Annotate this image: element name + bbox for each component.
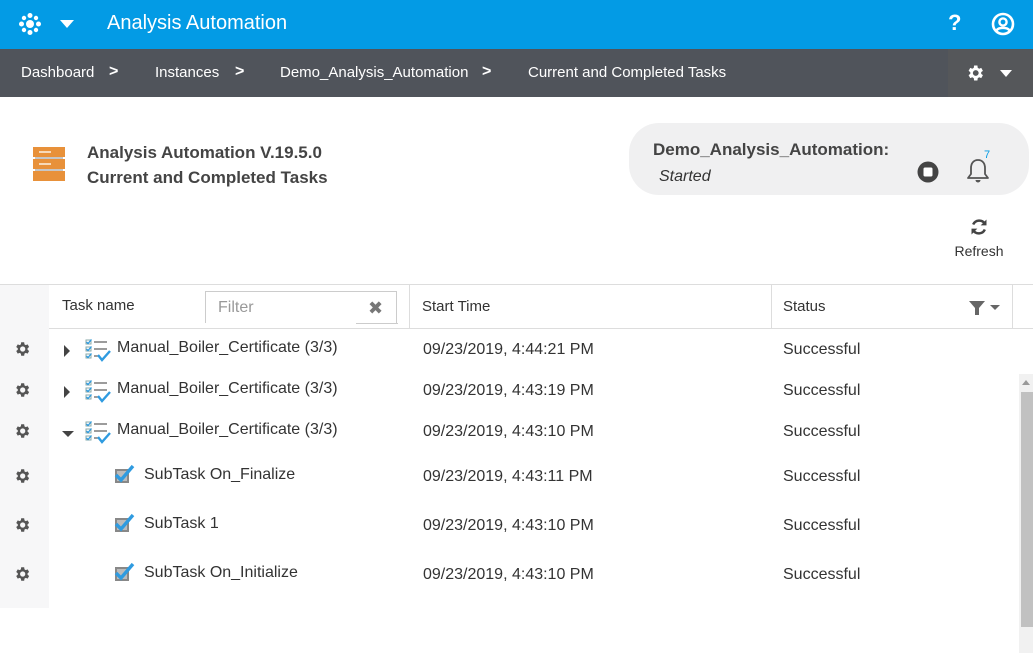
settings-menu-button[interactable] <box>948 49 1033 97</box>
status-cell: Successful <box>783 341 861 358</box>
gear-icon[interactable] <box>13 381 31 399</box>
grid-body: Manual_Boiler_Certificate (3/3) 09/23/201… <box>0 329 1033 653</box>
grid-header-gutter <box>0 285 49 329</box>
task-name[interactable]: Manual_Boiler_Certificate (3/3) <box>117 421 338 439</box>
start-time-cell: 09/23/2019, 4:43:19 PM <box>423 382 594 399</box>
column-label-start-time: Start Time <box>422 298 491 315</box>
checklist-icon <box>85 420 111 444</box>
page-header: Analysis Automation V.19.5.0 Current and… <box>0 97 1033 285</box>
chevron-down-icon <box>1000 70 1012 77</box>
grid-header: Task name ✖ Start Time Status <box>0 284 1033 329</box>
scroll-up-arrow[interactable] <box>1022 380 1030 385</box>
task-row[interactable]: Manual_Boiler_Certificate (3/3) 09/23/201… <box>0 411 1019 452</box>
task-row[interactable]: Manual_Boiler_Certificate (3/3) 09/23/201… <box>0 370 1019 411</box>
filter-underline <box>356 323 398 324</box>
app-logo-icon[interactable] <box>18 12 42 36</box>
status-cell: Successful <box>783 382 861 399</box>
breadcrumb-instance[interactable]: Demo_Analysis_Automation <box>280 64 468 81</box>
status-cell: Successful <box>783 566 861 583</box>
collapsed-triangle-icon[interactable] <box>62 344 72 357</box>
gear-icon[interactable] <box>13 565 31 583</box>
task-filter: ✖ <box>205 291 398 324</box>
refresh-button[interactable]: Refresh <box>951 217 1007 269</box>
checked-box-icon <box>114 562 136 582</box>
subtask-row[interactable]: SubTask On_Initialize 09/23/2019, 4:43:10… <box>0 553 1019 594</box>
subtask-row[interactable]: SubTask 1 09/23/2019, 4:43:10 PM Successfu… <box>0 504 1019 545</box>
start-time-cell: 09/23/2019, 4:43:10 PM <box>423 423 594 440</box>
bell-icon[interactable] <box>965 157 991 185</box>
start-time-cell: 09/23/2019, 4:44:21 PM <box>423 341 594 358</box>
stop-icon[interactable] <box>917 161 939 183</box>
gear-icon[interactable] <box>13 516 31 534</box>
status-cell: Successful <box>783 423 861 440</box>
refresh-label: Refresh <box>954 243 1004 259</box>
scrollbar-thumb[interactable] <box>1021 392 1033 627</box>
column-label-status: Status <box>783 298 826 315</box>
subtask-row[interactable]: SubTask On_Finalize 09/23/2019, 4:43:11 P… <box>0 455 1019 496</box>
page-title-subtitle: Current and Completed Tasks <box>87 168 328 187</box>
subtask-name[interactable]: SubTask 1 <box>144 515 219 533</box>
funnel-icon[interactable] <box>968 300 1004 316</box>
page-title: Analysis Automation V.19.5.0 Current and… <box>87 140 328 190</box>
collapsed-triangle-icon[interactable] <box>62 385 72 398</box>
column-start-time[interactable]: Start Time <box>410 285 772 329</box>
gear-icon[interactable] <box>13 422 31 440</box>
start-time-cell: 09/23/2019, 4:43:11 PM <box>423 468 593 485</box>
app-title: Analysis Automation <box>107 12 288 34</box>
instance-name: Demo_Analysis_Automation: <box>653 140 890 159</box>
checked-box-icon <box>114 513 136 533</box>
app-menu-caret-icon[interactable] <box>60 20 74 28</box>
instance-status: Started <box>659 168 711 185</box>
task-name[interactable]: Manual_Boiler_Certificate (3/3) <box>117 380 338 398</box>
task-row[interactable]: Manual_Boiler_Certificate (3/3) 09/23/201… <box>0 329 1019 370</box>
status-cell: Successful <box>783 468 861 485</box>
task-grid: Task name ✖ Start Time Status Manual_Boi… <box>0 284 1033 653</box>
filter-input[interactable] <box>206 292 356 323</box>
breadcrumb-separator: > <box>482 63 492 80</box>
instance-status-card: Demo_Analysis_Automation: Started 7 <box>629 123 1029 195</box>
breadcrumb-separator: > <box>235 63 245 80</box>
checklist-icon <box>85 379 111 403</box>
top-bar: Analysis Automation ? <box>0 0 1033 49</box>
start-time-cell: 09/23/2019, 4:43:10 PM <box>423 517 594 534</box>
help-icon[interactable]: ? <box>948 10 961 36</box>
gear-icon[interactable] <box>13 467 31 485</box>
column-label-task-name: Task name <box>62 297 135 314</box>
server-stack-icon <box>33 147 65 183</box>
user-icon[interactable] <box>991 12 1015 36</box>
breadcrumb-current: Current and Completed Tasks <box>528 64 727 81</box>
breadcrumb-instances[interactable]: Instances <box>155 64 219 81</box>
close-icon[interactable]: ✖ <box>368 298 383 319</box>
breadcrumb: Dashboard > Instances > Demo_Analysis_Au… <box>0 49 1033 97</box>
subtask-name[interactable]: SubTask On_Initialize <box>144 564 298 582</box>
start-time-cell: 09/23/2019, 4:43:10 PM <box>423 566 594 583</box>
vertical-scrollbar[interactable] <box>1019 374 1033 653</box>
gear-icon[interactable] <box>13 340 31 358</box>
checklist-icon <box>85 338 111 362</box>
status-cell: Successful <box>783 517 861 534</box>
checked-box-icon <box>114 464 136 484</box>
expanded-triangle-icon[interactable] <box>62 426 74 437</box>
subtask-name[interactable]: SubTask On_Finalize <box>144 466 295 484</box>
breadcrumb-separator: > <box>109 63 119 80</box>
refresh-icon <box>971 219 987 235</box>
notification-count: 7 <box>984 149 991 161</box>
task-name[interactable]: Manual_Boiler_Certificate (3/3) <box>117 339 338 357</box>
page-title-version: Analysis Automation V.19.5.0 <box>87 143 322 162</box>
breadcrumb-dashboard[interactable]: Dashboard <box>21 64 94 81</box>
gear-icon <box>965 63 985 83</box>
